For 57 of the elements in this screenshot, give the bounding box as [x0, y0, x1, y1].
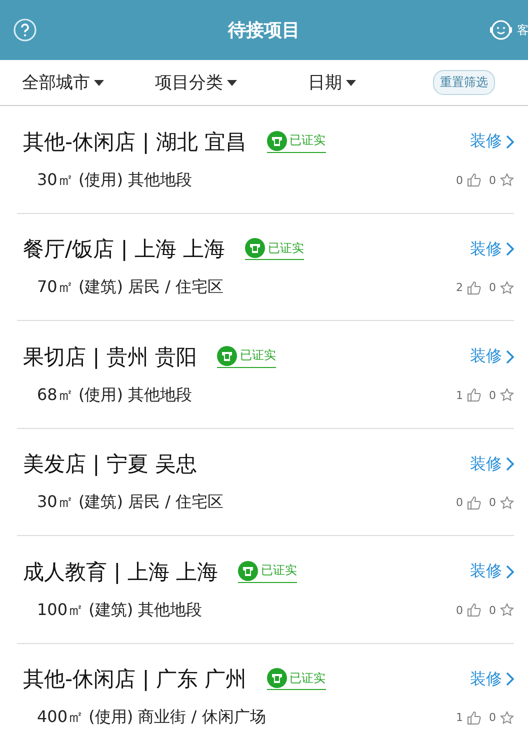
- star-icon[interactable]: [500, 710, 514, 725]
- filter-dropdown[interactable]: 项目分类: [155, 71, 308, 94]
- project-details: 400㎡ (使用) 商业街 / 休闲广场: [37, 707, 266, 728]
- star-icon[interactable]: [500, 603, 514, 618]
- filter-dropdown[interactable]: 日期: [308, 71, 433, 94]
- thumbs-up-icon[interactable]: [467, 280, 481, 295]
- favorite-count: 0: [489, 604, 496, 617]
- page-title: 待接项目: [228, 20, 300, 41]
- thumbs-up-icon[interactable]: [467, 173, 481, 188]
- like-count: 0: [456, 496, 463, 510]
- verified-badge: 已证实: [266, 668, 326, 690]
- project-title[interactable]: 美发店 | 宁夏 吴忠: [23, 450, 198, 478]
- caret-icon: [94, 80, 104, 86]
- favorite-count: 0: [489, 174, 496, 187]
- verified-badge: 已证实: [238, 560, 298, 583]
- star-icon[interactable]: [500, 388, 514, 402]
- thumbs-up-icon[interactable]: [467, 710, 481, 725]
- chevron-right-icon: [506, 564, 514, 579]
- thumbs-up-icon[interactable]: [467, 388, 481, 402]
- chevron-right-icon: [506, 672, 514, 686]
- chevron-right-icon: [506, 350, 514, 364]
- caret-icon: [346, 80, 356, 86]
- project-details: 68㎡ (使用) 其他地段: [37, 384, 192, 406]
- caret-icon: [227, 80, 237, 86]
- verified-badge: 已证实: [266, 130, 326, 153]
- chat-face-icon[interactable]: [488, 18, 514, 42]
- project-details: 30㎡ (使用) 其他地段: [37, 170, 192, 191]
- verified-badge: 已证实: [217, 346, 276, 368]
- favorite-count: 0: [489, 496, 496, 510]
- filter-dropdown[interactable]: 全部城市: [22, 71, 155, 94]
- like-count: 1: [456, 388, 463, 402]
- thumbs-up-icon[interactable]: [467, 496, 481, 510]
- star-icon[interactable]: [500, 496, 514, 510]
- help-icon[interactable]: [13, 18, 37, 42]
- star-icon[interactable]: [500, 173, 514, 188]
- project-details: 70㎡ (建筑) 居民 / 住宅区: [37, 277, 224, 298]
- project-title[interactable]: 其他-休闲店 | 广东 广州: [23, 665, 247, 694]
- project-details: 100㎡ (建筑) 其他地段: [37, 600, 202, 621]
- thumbs-up-icon[interactable]: [467, 603, 481, 618]
- like-count: 1: [456, 711, 463, 724]
- like-count: 0: [456, 604, 463, 617]
- favorite-count: 0: [489, 281, 496, 294]
- project-title[interactable]: 成人教育 | 上海 上海: [23, 558, 218, 586]
- chevron-right-icon: [506, 457, 514, 472]
- project-details: 30㎡ (建筑) 居民 / 住宅区: [37, 492, 224, 514]
- like-count: 2: [456, 281, 463, 294]
- chevron-right-icon: [506, 242, 514, 256]
- favorite-count: 0: [489, 711, 496, 724]
- star-icon[interactable]: [500, 280, 514, 295]
- like-count: 0: [456, 174, 463, 187]
- project-title[interactable]: 果切店 | 贵州 贵阳: [23, 342, 198, 371]
- reset-filter-button[interactable]: 重置筛选: [433, 70, 495, 95]
- favorite-count: 0: [489, 388, 496, 402]
- project-title[interactable]: 餐厅/饭店 | 上海 上海: [23, 235, 226, 264]
- chevron-right-icon: [506, 134, 514, 149]
- project-title[interactable]: 其他-休闲店 | 湖北 宜昌: [23, 128, 247, 156]
- verified-badge: 已证实: [245, 238, 304, 260]
